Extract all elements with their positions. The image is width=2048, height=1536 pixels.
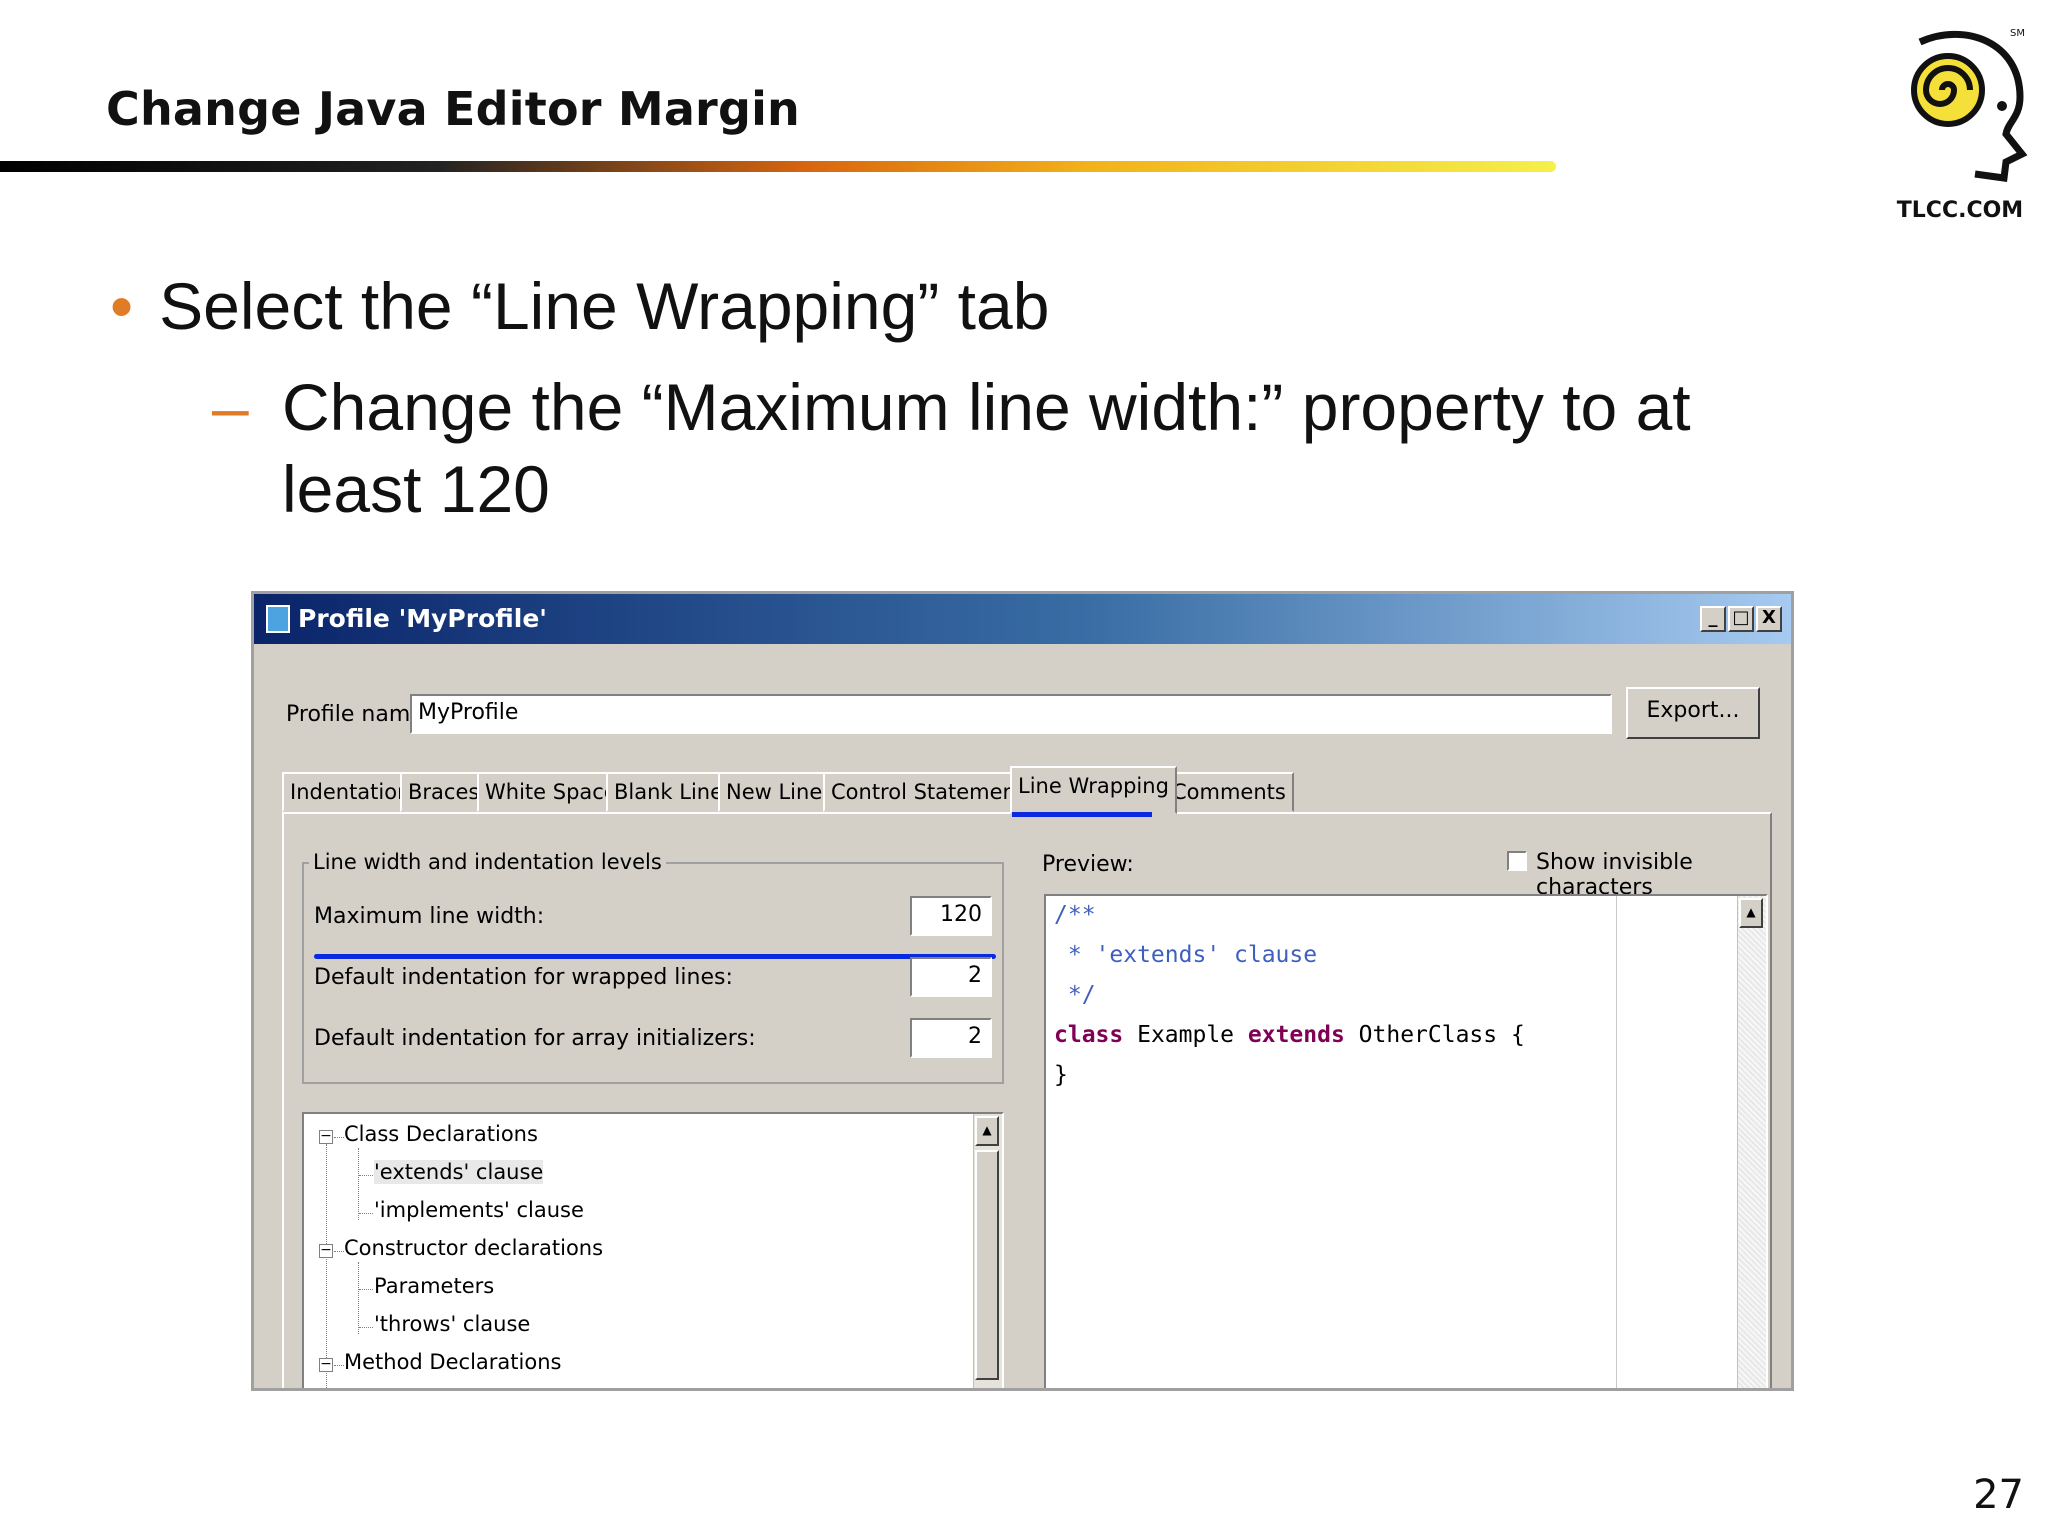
active-tab-highlight [1012,812,1152,817]
line-width-group-title: Line width and indentation levels [309,850,666,874]
code-line-1: /** [1054,902,1096,928]
tree-item-extends-clause[interactable]: 'extends' clause [374,1160,544,1184]
array-indent-input[interactable]: 2 [910,1018,992,1058]
minimize-button[interactable]: _ [1700,606,1726,632]
tree-scroll-thumb[interactable] [975,1150,999,1380]
show-invisible-label[interactable]: Show invisible characters [1536,850,1791,900]
tree-item-parameters[interactable]: Parameters [374,1274,494,1298]
show-invisible-checkbox[interactable] [1507,851,1527,871]
code-line-5: } [1054,1062,1068,1088]
close-button[interactable]: X [1756,606,1782,632]
preview-label: Preview: [1042,852,1134,877]
tab-indentation[interactable]: Indentation [282,772,419,812]
logo-text: TLCC.COM [1896,198,2024,223]
bullet-marker: • [110,269,134,343]
code-keyword-class: class [1054,1022,1124,1048]
bullet-1: • Select the “Line Wrapping” tab [110,268,1049,344]
max-line-width-label: Maximum line width: [314,904,545,929]
profile-window-icon [266,605,290,633]
title-divider [0,161,1556,172]
code-preview: /** * 'extends' clause */ class Example … [1044,894,1768,1388]
tree-item-throws-clause[interactable]: 'throws' clause [374,1312,530,1336]
logo-service-mark: SM [2010,28,2025,39]
tab-white-space[interactable]: White Space [477,772,625,812]
code-line-4: class Example extends OtherClass { [1054,1022,1525,1048]
sub-bullet-1-text: Change the “Maximum line width:” propert… [282,370,1691,526]
collapse-icon[interactable]: − [319,1129,333,1144]
profile-dialog: Profile 'MyProfile' _ □ X Profile name: … [251,591,1794,1391]
tab-line-wrapping[interactable]: Line Wrapping [1010,766,1177,814]
code-class-name: Example [1123,1022,1248,1048]
scroll-up-arrow-icon[interactable]: ▲ [975,1116,999,1146]
code-superclass: OtherClass { [1344,1022,1525,1048]
tree-scrollbar[interactable]: ▲ [973,1114,1002,1388]
tlcc-logo-icon: SM [1911,28,2028,182]
export-button[interactable]: Export... [1626,687,1760,739]
preview-divider [1616,896,1617,1388]
tree-item-method-declarations[interactable]: Method Declarations [344,1350,561,1374]
scroll-up-arrow-icon[interactable]: ▲ [1739,898,1763,928]
wrapped-indent-label: Default indentation for wrapped lines: [314,965,733,990]
code-line-2: * 'extends' clause [1054,942,1318,968]
bullet-1-text: Select the “Line Wrapping” tab [159,269,1050,343]
code-keyword-extends: extends [1247,1022,1345,1048]
dialog-titlebar[interactable]: Profile 'MyProfile' _ □ X [254,594,1791,644]
collapse-icon[interactable]: − [319,1243,333,1258]
tree-item-constructor-declarations[interactable]: Constructor declarations [344,1236,603,1260]
max-line-width-input[interactable]: 120 [910,896,992,936]
array-indent-label: Default indentation for array initialize… [314,1026,756,1051]
sub-bullet-1: – Change the “Maximum line width:” prope… [212,366,1772,530]
dialog-title: Profile 'MyProfile' [298,604,547,633]
slide-title: Change Java Editor Margin [106,82,800,136]
tab-comments[interactable]: Comments [1164,772,1294,812]
sub-bullet-marker: – [212,370,249,444]
profile-name-input[interactable]: MyProfile [410,694,1612,734]
max-line-width-highlight [314,954,996,959]
wrapped-indent-input[interactable]: 2 [910,957,992,997]
maximize-button[interactable]: □ [1728,606,1754,632]
tab-braces[interactable]: Braces [400,772,488,812]
code-line-3: */ [1054,982,1096,1008]
preview-scrollbar[interactable]: ▲ [1737,896,1766,1388]
tree-item-class-declarations[interactable]: Class Declarations [344,1122,538,1146]
collapse-icon[interactable]: − [319,1357,333,1372]
wrapping-tree: − Class Declarations 'extends' clause 'i… [302,1112,1004,1388]
tree-item-implements-clause[interactable]: 'implements' clause [374,1198,584,1222]
page-number: 27 [1973,1472,2024,1518]
